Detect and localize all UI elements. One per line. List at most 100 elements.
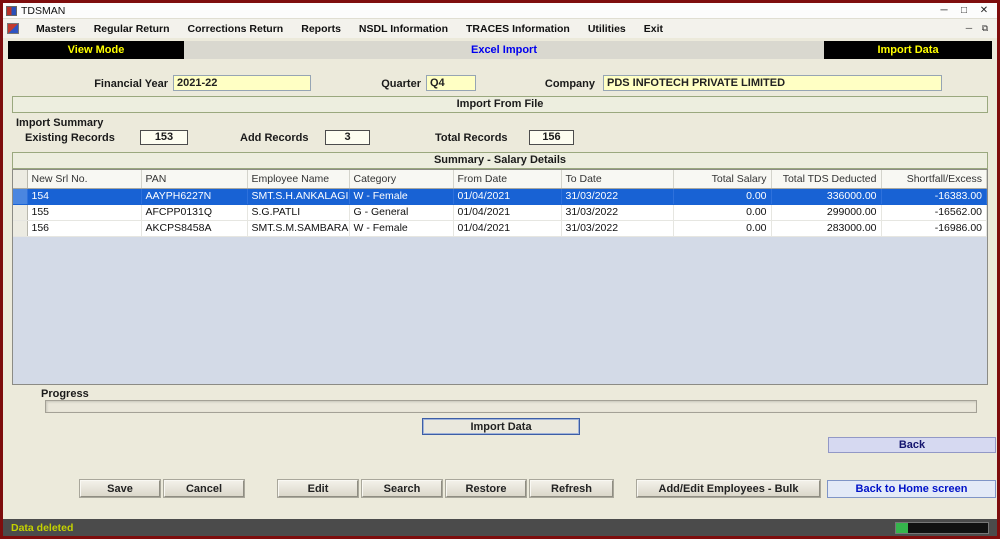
table-row[interactable]: 154 AAYPH6227N SMT.S.H.ANKALAGI W - Female 0… — [13, 188, 987, 205]
table-cell: 31/03/2022 — [561, 188, 674, 205]
table-cell: AAYPH6227N — [141, 188, 248, 205]
menu-regular-return[interactable]: Regular Return — [85, 21, 179, 37]
menu-utilities[interactable]: Utilities — [579, 21, 635, 37]
col-header-pan[interactable]: PAN — [141, 170, 248, 189]
table-cell: 155 — [27, 204, 142, 221]
search-button[interactable]: Search — [362, 480, 442, 497]
table-cell: -16562.00 — [881, 204, 987, 221]
table-cell: 154 — [27, 188, 142, 205]
table-cell: 336000.00 — [771, 188, 882, 205]
status-progress-widget — [895, 521, 989, 534]
status-message: Data deleted — [11, 521, 74, 534]
app-icon — [6, 5, 17, 16]
table-cell: -16383.00 — [881, 188, 987, 205]
window-title: TDSMAN — [21, 4, 66, 17]
progress-label: Progress — [41, 388, 89, 400]
mdi-child-icon — [7, 23, 19, 34]
col-header-total-salary[interactable]: Total Salary — [673, 170, 772, 189]
quarter-label: Quarter — [381, 78, 421, 90]
col-header-from-date[interactable]: From Date — [453, 170, 562, 189]
progress-bar — [45, 400, 977, 413]
grid-header-row: New Srl No. PAN Employee Name Category F… — [13, 170, 987, 189]
table-cell: 0.00 — [673, 220, 772, 237]
total-records-label: Total Records — [435, 132, 508, 144]
table-cell: 01/04/2021 — [453, 188, 562, 205]
cancel-button[interactable]: Cancel — [164, 480, 244, 497]
minimize-icon[interactable]: ─ — [934, 4, 954, 18]
import-data-button[interactable]: Import Data — [422, 418, 580, 435]
menu-traces-information[interactable]: TRACES Information — [457, 21, 579, 37]
row-selector[interactable] — [13, 188, 28, 205]
app-window: TDSMAN ─ □ ✕ Masters Regular Return Corr… — [0, 0, 1000, 539]
table-cell: W - Female — [349, 188, 454, 205]
mdi-minimize-icon[interactable]: ─ — [961, 23, 977, 34]
table-cell: S.G.PATLI — [247, 204, 350, 221]
table-cell: -16986.00 — [881, 220, 987, 237]
table-row[interactable]: 156 AKCPS8458A SMT.S.M.SAMBARA... W - Femal… — [13, 220, 987, 237]
col-header-total-tds-deducted[interactable]: Total TDS Deducted — [771, 170, 882, 189]
import-summary-heading: Import Summary — [16, 117, 104, 129]
table-cell: 01/04/2021 — [453, 204, 562, 221]
restore-button[interactable]: Restore — [446, 480, 526, 497]
selector-header-cell — [13, 170, 28, 189]
table-cell: W - Female — [349, 220, 454, 237]
edit-button[interactable]: Edit — [278, 480, 358, 497]
excel-import-title: Excel Import — [184, 41, 824, 59]
salary-details-grid[interactable]: New Srl No. PAN Employee Name Category F… — [12, 169, 988, 385]
mode-bar: View Mode Excel Import Import Data — [8, 41, 992, 59]
col-header-new-srl-no[interactable]: New Srl No. — [27, 170, 142, 189]
grid-body: 154 AAYPH6227N SMT.S.H.ANKALAGI W - Female 0… — [13, 188, 987, 237]
menu-exit[interactable]: Exit — [635, 21, 672, 37]
total-records-value: 156 — [529, 130, 574, 145]
close-icon[interactable]: ✕ — [974, 4, 994, 18]
table-cell: G - General — [349, 204, 454, 221]
status-green-indicator — [896, 522, 908, 533]
table-cell: 0.00 — [673, 188, 772, 205]
company-field[interactable] — [603, 75, 942, 91]
col-header-shortfall-excess[interactable]: Shortfall/Excess — [881, 170, 987, 189]
table-cell: SMT.S.H.ANKALAGI — [247, 188, 350, 205]
col-header-category[interactable]: Category — [349, 170, 454, 189]
refresh-button[interactable]: Refresh — [530, 480, 613, 497]
menu-masters[interactable]: Masters — [27, 21, 85, 37]
existing-records-label: Existing Records — [25, 132, 115, 144]
row-selector[interactable] — [13, 220, 28, 237]
table-cell: SMT.S.M.SAMBARA... — [247, 220, 350, 237]
status-bar: Data deleted — [3, 519, 997, 536]
table-cell: 31/03/2022 — [561, 204, 674, 221]
add-edit-employees-bulk-button[interactable]: Add/Edit Employees - Bulk — [637, 480, 820, 497]
quarter-field[interactable] — [426, 75, 476, 91]
back-button[interactable]: Back — [828, 437, 996, 453]
table-cell: 156 — [27, 220, 142, 237]
table-cell: 299000.00 — [771, 204, 882, 221]
add-records-label: Add Records — [240, 132, 309, 144]
col-header-to-date[interactable]: To Date — [561, 170, 674, 189]
financial-year-label: Financial Year — [94, 78, 168, 90]
table-cell: AFCPP0131Q — [141, 204, 248, 221]
menu-nsdl-information[interactable]: NSDL Information — [350, 21, 457, 37]
titlebar: TDSMAN ─ □ ✕ — [3, 3, 997, 19]
table-cell: 0.00 — [673, 204, 772, 221]
import-from-file-header: Import From File — [12, 96, 988, 113]
view-mode-badge: View Mode — [8, 41, 184, 59]
table-cell: 283000.00 — [771, 220, 882, 237]
financial-year-field[interactable] — [173, 75, 311, 91]
mdi-restore-icon[interactable]: ⧉ — [977, 23, 993, 34]
menu-reports[interactable]: Reports — [292, 21, 350, 37]
table-cell: 31/03/2022 — [561, 220, 674, 237]
salary-details-header: Summary - Salary Details — [12, 152, 988, 169]
menubar: Masters Regular Return Corrections Retur… — [3, 19, 997, 38]
existing-records-value: 153 — [140, 130, 188, 145]
import-data-badge: Import Data — [824, 41, 992, 59]
table-row[interactable]: 155 AFCPP0131Q S.G.PATLI G - General 01/04/2… — [13, 204, 987, 221]
menu-corrections-return[interactable]: Corrections Return — [179, 21, 293, 37]
back-to-home-button[interactable]: Back to Home screen — [827, 480, 996, 498]
table-cell: 01/04/2021 — [453, 220, 562, 237]
maximize-icon[interactable]: □ — [954, 4, 974, 18]
save-button[interactable]: Save — [80, 480, 160, 497]
row-selector[interactable] — [13, 204, 28, 221]
table-cell: AKCPS8458A — [141, 220, 248, 237]
add-records-value: 3 — [325, 130, 370, 145]
col-header-employee-name[interactable]: Employee Name — [247, 170, 350, 189]
company-label: Company — [544, 78, 595, 90]
